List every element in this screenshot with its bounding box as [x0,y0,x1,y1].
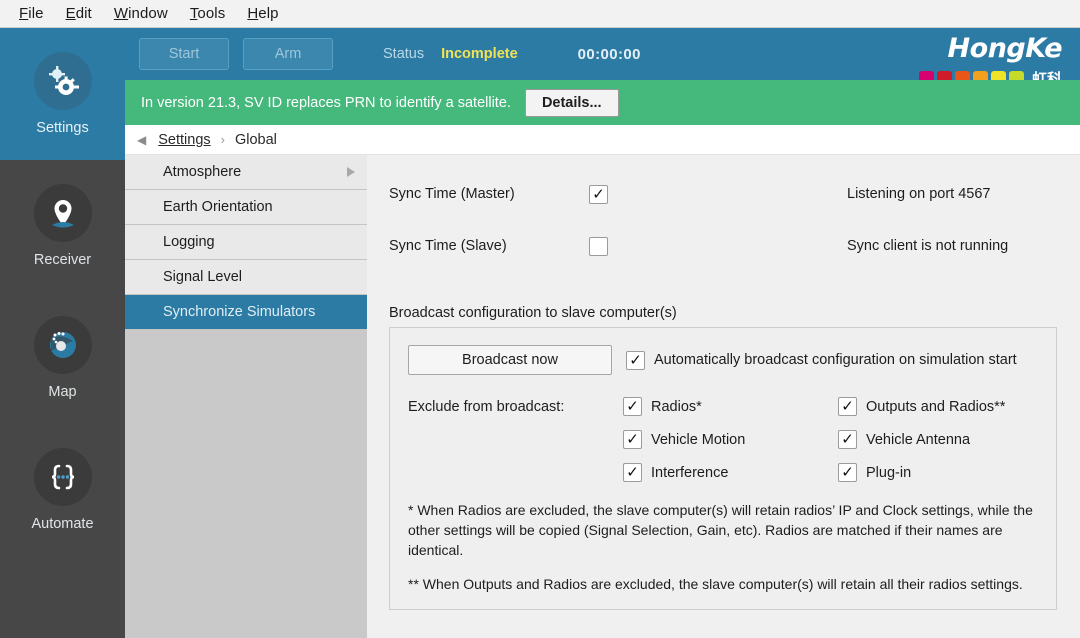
exclude-item-label: Outputs and Radios** [866,398,1006,415]
menu-item-ile[interactable]: File [8,3,55,24]
banner-message: In version 21.3, SV ID replaces PRN to i… [141,94,511,111]
exclude-checkbox[interactable]: ✓ [623,397,642,416]
start-button[interactable]: Start [139,38,229,70]
broadcast-now-button[interactable]: Broadcast now [408,345,612,375]
settings-sub-list: Atmosphere Earth Orientation Logging Signal… [125,155,367,638]
exclude-item-interference[interactable]: ✓ Interference [623,463,838,482]
broadcast-action-row: Broadcast now ✓ Automatically broadcast … [390,328,1056,375]
exclude-item-radios[interactable]: ✓ Radios* [623,397,838,416]
sync-slave-row: Sync Time (Slave) ✓ Sync client is not r… [389,233,1069,259]
exclude-item-outputs-and-radios[interactable]: ✓ Outputs and Radios** [838,397,1053,416]
exclude-checkbox[interactable]: ✓ [623,430,642,449]
elapsed-timer: 00:00:00 [577,45,641,63]
footnote-outputs-radios: ** When Outputs and Radios are excluded,… [408,576,1023,592]
sub-item-logging[interactable]: Logging [125,225,367,260]
arm-button[interactable]: Arm [243,38,333,70]
sync-slave-status: Sync client is not running [847,238,1009,254]
broadcast-group-box: Broadcast now ✓ Automatically broadcast … [389,327,1057,610]
sub-item-label: Earth Orientation [163,199,273,215]
sub-item-label: Signal Level [163,269,242,285]
exclude-checkbox[interactable]: ✓ [838,463,857,482]
synchronize-simulators-panel: Sync Time (Master) ✓ Listening on port 4… [367,155,1080,638]
exclude-column-right: ✓ Outputs and Radios** ✓ Vehicle Antenna ✓ Pl… [838,397,1053,496]
exclude-item-label: Vehicle Motion [651,431,746,448]
exclude-checkbox[interactable]: ✓ [838,397,857,416]
location-pin-icon [33,184,92,242]
rail-item-label: Receiver [33,252,92,268]
sync-master-checkbox[interactable]: ✓ [589,184,608,204]
sync-slave-label: Sync Time (Slave) [389,238,507,254]
footnote-radios: * When Radios are excluded, the slave co… [408,502,1033,558]
breadcrumb: ◀ Settings › Global [125,125,1080,155]
exclude-item-label: Vehicle Antenna [866,431,971,448]
exclude-item-label: Interference [651,464,729,481]
exclude-item-label: Plug-in [866,464,912,481]
gears-icon [33,52,92,110]
rail-item-map[interactable]: Map [0,292,125,424]
exclude-checkbox[interactable]: ✓ [838,430,857,449]
sub-item-label: Synchronize Simulators [163,304,316,320]
sub-item-label: Logging [163,234,215,250]
rail-item-label: Map [48,384,77,400]
curly-braces-icon [33,448,92,506]
details-button[interactable]: Details... [524,88,619,117]
menu-item-elp[interactable]: Help [236,3,289,24]
sub-item-earth-orientation[interactable]: Earth Orientation [125,190,367,225]
breadcrumb-current: Global [234,131,277,148]
sync-slave-checkbox[interactable]: ✓ [589,236,608,256]
sync-master-label: Sync Time (Master) [389,186,515,202]
sub-item-label: Atmosphere [163,164,242,180]
application-window: File Edit Window Tools Help Settings Receiver… [0,0,1080,638]
sub-item-signal-level[interactable]: Signal Level [125,260,367,295]
exclude-section: Exclude from broadcast: ✓ Radios* ✓ Vehicle… [390,375,1056,496]
exclude-label: Exclude from broadcast: [408,399,565,415]
status-label: Status [383,46,425,62]
exclude-item-plug-in[interactable]: ✓ Plug-in [838,463,1053,482]
sync-master-status: Listening on port 4567 [847,186,991,202]
auto-broadcast-row[interactable]: ✓ Automatically broadcast configuration … [626,350,1017,370]
sub-item-atmosphere[interactable]: Atmosphere [125,155,367,190]
back-arrow-icon[interactable]: ◀ [137,133,146,147]
simulation-toolbar: Start Arm Status Incomplete 00:00:00 Hon… [125,28,1080,88]
navigation-rail: Settings Receiver Map Automate [0,28,125,638]
globe-lens-icon [33,316,92,374]
menu-item-ools[interactable]: Tools [179,3,237,24]
rail-item-receiver[interactable]: Receiver [0,160,125,292]
exclude-item-vehicle-motion[interactable]: ✓ Vehicle Motion [623,430,838,449]
broadcast-group-title: Broadcast configuration to slave compute… [389,305,677,321]
menu-item-dit[interactable]: Edit [55,3,103,24]
exclude-item-label: Radios* [651,398,702,415]
auto-broadcast-label: Automatically broadcast configuration on… [654,352,1017,368]
logo-text: HongKe [947,33,1063,64]
exclude-checkbox[interactable]: ✓ [623,463,642,482]
breadcrumb-root-link[interactable]: Settings [158,132,210,148]
status-badge: Incomplete [441,46,518,62]
exclude-item-vehicle-antenna[interactable]: ✓ Vehicle Antenna [838,430,1053,449]
exclude-column-left: ✓ Radios* ✓ Vehicle Motion ✓ Interference [623,397,838,496]
sync-time-section: Sync Time (Master) ✓ Listening on port 4… [389,181,1069,285]
rail-item-label: Settings [36,120,89,136]
rail-item-label: Automate [31,516,94,532]
auto-broadcast-checkbox[interactable]: ✓ [626,350,645,370]
rail-item-automate[interactable]: Automate [0,424,125,556]
rail-item-settings[interactable]: Settings [0,28,125,160]
sub-item-synchronize-simulators[interactable]: Synchronize Simulators [125,295,367,330]
breadcrumb-separator: › [220,132,225,147]
menu-item-indow[interactable]: Window [103,3,179,24]
sync-master-row: Sync Time (Master) ✓ Listening on port 4… [389,181,1069,207]
version-notice-banner: In version 21.3, SV ID replaces PRN to i… [125,80,1080,125]
menu-bar: File Edit Window Tools Help [0,0,1080,28]
chevron-right-icon [347,167,355,177]
